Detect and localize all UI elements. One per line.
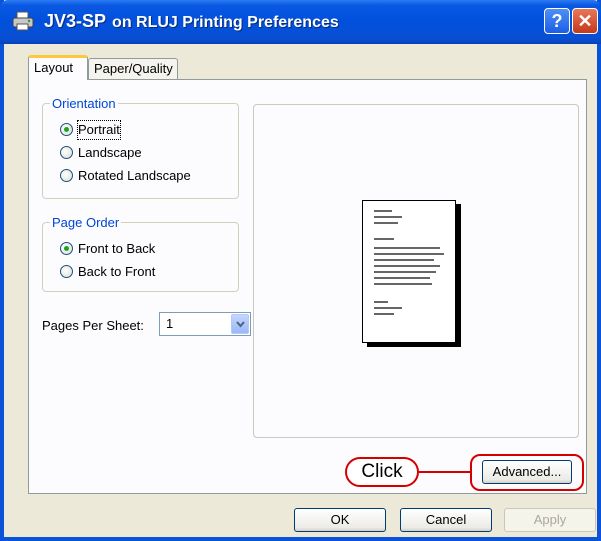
title-rest: on RLUJ Printing Preferences [112,14,339,31]
radio-back-to-front-label: Back to Front [78,264,156,279]
orientation-group-label: Orientation [50,96,118,111]
title-bar[interactable]: JV3-SP on RLUJ Printing Preferences ? ✕ [0,0,601,44]
page-order-group: Page Order Front to Back Back to Front [42,215,239,292]
pages-per-sheet-label: Pages Per Sheet: [42,318,144,333]
radio-unselected-icon [60,169,73,182]
layout-tab-panel: Orientation Portrait Landscape Rotated L… [28,79,587,494]
click-annotation: Click [345,457,419,487]
orientation-group: Orientation Portrait Landscape Rotated L… [42,96,239,199]
pages-per-sheet-value: 1 [166,316,174,331]
help-button[interactable]: ? [544,8,570,34]
chevron-down-icon [236,321,245,328]
close-button[interactable]: ✕ [572,8,598,34]
cancel-button[interactable]: Cancel [400,508,492,532]
radio-selected-icon [60,123,73,136]
ok-button[interactable]: OK [294,508,386,532]
radio-landscape-label: Landscape [78,145,142,160]
tab-layout[interactable]: Layout [28,55,88,80]
advanced-button[interactable]: Advanced... [482,460,572,484]
radio-unselected-icon [60,265,73,278]
title-printer-model: JV3-SP [44,11,107,31]
radio-front-to-back-label: Front to Back [78,241,156,256]
printing-preferences-window: JV3-SP on RLUJ Printing Preferences ? ✕ L… [0,0,601,541]
layout-preview [253,104,579,438]
radio-unselected-icon [60,146,73,159]
apply-button[interactable]: Apply [504,508,596,532]
page-order-group-label: Page Order [50,215,122,230]
window-title: JV3-SP on RLUJ Printing Preferences [44,11,339,32]
annotation-connector [419,471,471,473]
preview-page [362,200,456,343]
tab-paper-quality[interactable]: Paper/Quality [88,58,178,80]
pages-per-sheet-select[interactable]: 1 [159,312,251,336]
radio-rotated-landscape-label: Rotated Landscape [78,168,191,183]
radio-selected-icon [60,242,73,255]
radio-portrait-label: Portrait [77,120,121,140]
printer-icon [12,11,34,31]
dropdown-button[interactable] [231,314,249,334]
